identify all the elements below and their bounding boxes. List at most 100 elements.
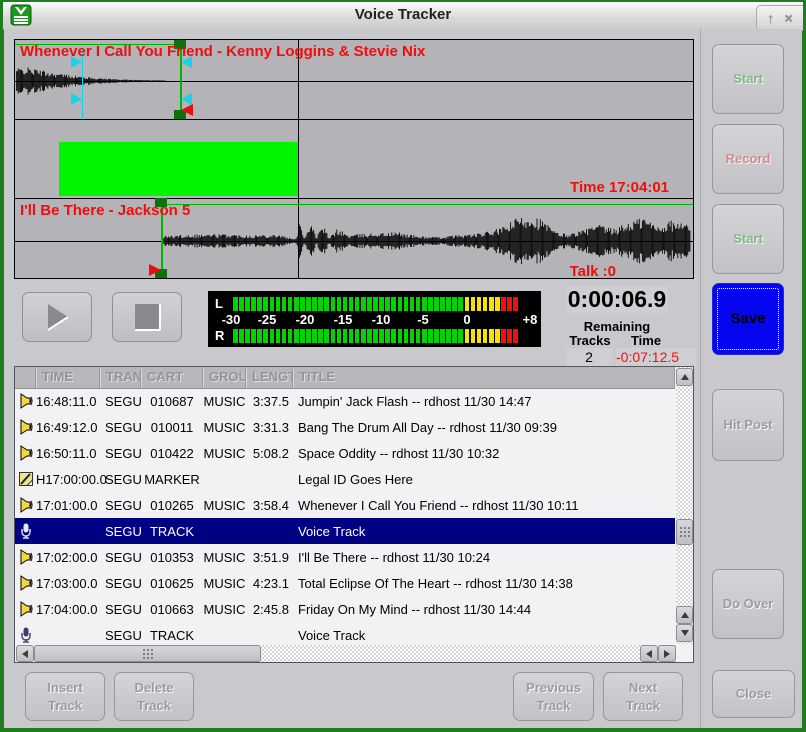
- scroll-left-button-2[interactable]: [640, 645, 658, 662]
- play-button[interactable]: [22, 292, 92, 342]
- pane1-bottom-border: [15, 119, 693, 120]
- start-track1-button[interactable]: Start: [712, 44, 784, 114]
- cell-icon: [15, 471, 36, 487]
- table-row[interactable]: 17:03:00.0SEGUE010625MUSIC4:23.1Total Ec…: [15, 570, 675, 596]
- marker-note-icon: [18, 471, 34, 487]
- column-header-length[interactable]: LENGTH: [246, 367, 293, 388]
- meter-left-label: L: [215, 296, 223, 311]
- save-button[interactable]: Save: [712, 283, 784, 355]
- scroll-up-button-2[interactable]: [676, 606, 693, 624]
- previous-track-button[interactable]: Previous Track: [513, 672, 594, 721]
- column-header-cart[interactable]: CART: [141, 367, 203, 388]
- meter-right-bar: [233, 329, 521, 343]
- table-row[interactable]: 16:48:11.0SEGUE010687MUSIC3:37.5Jumpin' …: [15, 388, 675, 414]
- remaining-time-label: Time: [622, 333, 670, 348]
- cell-title: Legal ID Goes Here: [293, 472, 675, 487]
- table-row[interactable]: SEGUETRACKVoice Track: [15, 518, 675, 544]
- start-track2-button[interactable]: Start: [712, 204, 784, 274]
- track2-fade-marker-arrow[interactable]: [149, 264, 161, 276]
- cell-time: 16:50:11.0: [36, 446, 100, 461]
- table-row[interactable]: 17:01:00.0SEGUE010265MUSIC3:58.4Whenever…: [15, 492, 675, 518]
- speaker-icon: [18, 549, 34, 565]
- cell-title: Voice Track: [293, 628, 675, 643]
- hit-post-button[interactable]: Hit Post: [712, 389, 784, 461]
- cell-icon: [15, 627, 36, 643]
- delete-track-button[interactable]: Delete Track: [114, 672, 194, 721]
- speaker-icon: [18, 419, 34, 435]
- remaining-time-value: -0:07:12.5: [616, 348, 696, 366]
- meter-scale-tick: -15: [334, 312, 353, 327]
- cell-group: MUSIC: [203, 550, 246, 565]
- cell-trans: SEGUE: [100, 602, 141, 617]
- cell-cart: 010422: [141, 446, 203, 461]
- cell-length: 3:58.4: [246, 498, 293, 513]
- dialog-content: Whenever I Call You Friend - Kenny Loggi…: [4, 29, 802, 728]
- table-row[interactable]: 16:50:11.0SEGUE010422MUSIC5:08.2Space Od…: [15, 440, 675, 466]
- cell-length: 3:37.5: [246, 394, 293, 409]
- scroll-down-button[interactable]: [676, 624, 693, 642]
- track1-title: Whenever I Call You Friend - Kenny Loggi…: [20, 43, 425, 60]
- cell-time: 17:01:00.0: [36, 498, 100, 513]
- table-row[interactable]: SEGUETRACKVoice Track: [15, 622, 675, 644]
- voice-track-editor[interactable]: Whenever I Call You Friend - Kenny Loggi…: [14, 39, 694, 279]
- column-header-time[interactable]: TIME: [36, 367, 100, 388]
- cell-time: 17:04:00.0: [36, 602, 100, 617]
- scroll-left-button[interactable]: [16, 645, 34, 662]
- log-table-header[interactable]: TIMETRANSCARTGROUPLENGTHTITLE: [15, 367, 675, 389]
- cell-time: 17:02:00.0: [36, 550, 100, 565]
- meter-scale-tick: -30: [222, 312, 241, 327]
- cell-trans: SEGUE: [100, 628, 141, 643]
- voice-tracker-window: Voice Tracker ↑ × When: [0, 0, 806, 732]
- insert-track-button[interactable]: Insert Track: [25, 672, 105, 721]
- speaker-icon: [18, 393, 34, 409]
- table-row[interactable]: 16:49:12.0SEGUE010011MUSIC3:31.3Bang The…: [15, 414, 675, 440]
- track1-fade-marker-arrow[interactable]: [181, 104, 193, 116]
- cell-cart: 010011: [141, 420, 203, 435]
- column-header-group[interactable]: GROUP: [203, 367, 246, 388]
- stop-button[interactable]: [112, 292, 182, 342]
- cell-trans: SEGUE: [100, 446, 141, 461]
- table-row[interactable]: H17:00:00.0SEGUEMARKERLegal ID Goes Here: [15, 466, 675, 492]
- cell-icon: [15, 523, 36, 539]
- column-header-icon[interactable]: [15, 367, 36, 388]
- cell-length: 3:51.9: [246, 550, 293, 565]
- track2-waveform: [163, 213, 691, 269]
- vertical-scroll-thumb[interactable]: [676, 519, 693, 545]
- next-track-button[interactable]: Next Track: [603, 672, 683, 721]
- microphone-icon: [18, 627, 34, 643]
- table-row[interactable]: 17:02:00.0SEGUE010353MUSIC3:51.9I'll Be …: [15, 544, 675, 570]
- do-over-button[interactable]: Do Over: [712, 569, 784, 639]
- meter-scale-tick: -20: [296, 312, 315, 327]
- close-window-button[interactable]: ×: [785, 11, 793, 25]
- cell-title: Voice Track: [293, 524, 675, 539]
- play-icon: [40, 300, 74, 334]
- cell-time: 16:49:12.0: [36, 420, 100, 435]
- cell-cart: 010265: [141, 498, 203, 513]
- track1-waveform: [16, 63, 166, 99]
- cell-title: Whenever I Call You Friend -- rdhost 11/…: [293, 498, 675, 513]
- column-header-trans[interactable]: TRANS: [100, 367, 141, 388]
- scroll-up-button[interactable]: [676, 368, 693, 386]
- cell-cart: 010353: [141, 550, 203, 565]
- cell-icon: [15, 419, 36, 435]
- horizontal-scroll-thumb[interactable]: [34, 645, 261, 662]
- voice-track-region[interactable]: [59, 142, 298, 196]
- speaker-icon: [18, 601, 34, 617]
- log-table-body: 16:48:11.0SEGUE010687MUSIC3:37.5Jumpin' …: [15, 388, 675, 644]
- table-row[interactable]: 17:04:00.0SEGUE010663MUSIC2:45.8Friday O…: [15, 596, 675, 622]
- record-button[interactable]: Record: [712, 124, 784, 194]
- cell-icon: [15, 393, 36, 409]
- column-header-title[interactable]: TITLE: [293, 367, 675, 388]
- cell-trans: SEGUE: [100, 394, 141, 409]
- scroll-right-button[interactable]: [658, 645, 676, 662]
- meter-scale-tick: +8: [523, 312, 538, 327]
- speaker-icon: [18, 575, 34, 591]
- track2-fade-line: [161, 204, 693, 205]
- close-button[interactable]: Close: [712, 670, 795, 718]
- segue-start-line[interactable]: [82, 51, 83, 119]
- cell-trans: SEGUE: [100, 420, 141, 435]
- title-bar[interactable]: Voice Tracker ↑ ×: [3, 2, 803, 30]
- segue-marker-right-arrow-bottom[interactable]: [71, 93, 82, 105]
- vertical-scrollbar[interactable]: [676, 367, 693, 644]
- shade-window-button[interactable]: ↑: [767, 11, 774, 25]
